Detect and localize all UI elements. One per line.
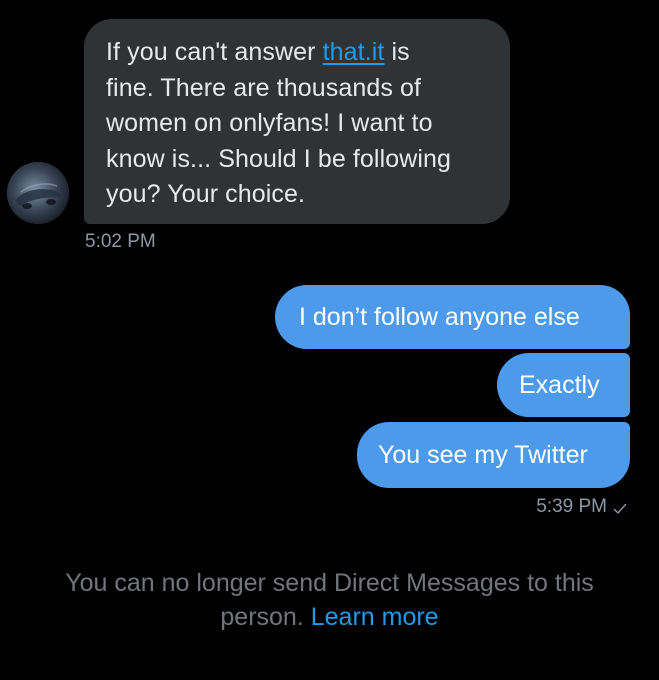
incoming-timestamp: 5:02 PM (85, 231, 156, 252)
notice-text: person. (220, 603, 311, 631)
message-line: women on onlyfans! I want to (106, 109, 433, 137)
dm-conversation: If you can't answer that.it is fine. The… (0, 0, 659, 680)
learn-more-link[interactable]: Learn more (311, 603, 439, 631)
message-link[interactable]: that.it (323, 38, 385, 66)
avatar-image (7, 162, 69, 224)
message-line: you? Your choice. (106, 180, 306, 208)
message-text: If you can't answer (106, 38, 323, 66)
notice-line: You can no longer send Direct Messages t… (65, 569, 594, 597)
message-text: is (384, 38, 410, 66)
outgoing-message-bubble[interactable]: I don’t follow anyone else (275, 285, 630, 349)
notice-line: person. Learn more (0, 600, 659, 634)
dm-disabled-notice: You can no longer send Direct Messages t… (0, 566, 659, 634)
outgoing-timestamp-row: 5:39 PM (536, 496, 627, 518)
check-icon (613, 500, 627, 514)
message-text: You see my Twitter (378, 440, 588, 469)
incoming-message-bubble[interactable]: If you can't answer that.it is fine. The… (84, 19, 510, 224)
outgoing-message-bubble[interactable]: Exactly (497, 353, 630, 417)
message-text: I don’t follow anyone else (299, 302, 580, 331)
message-text: Exactly (519, 370, 600, 399)
message-line: know is... Should I be following (106, 144, 452, 173)
outgoing-timestamp: 5:39 PM (536, 496, 607, 517)
sender-avatar[interactable] (7, 162, 69, 224)
outgoing-message-bubble[interactable]: You see my Twitter (357, 422, 630, 488)
message-line: fine. There are thousands of (106, 73, 422, 102)
message-line: If you can't answer that.it is (106, 35, 494, 71)
